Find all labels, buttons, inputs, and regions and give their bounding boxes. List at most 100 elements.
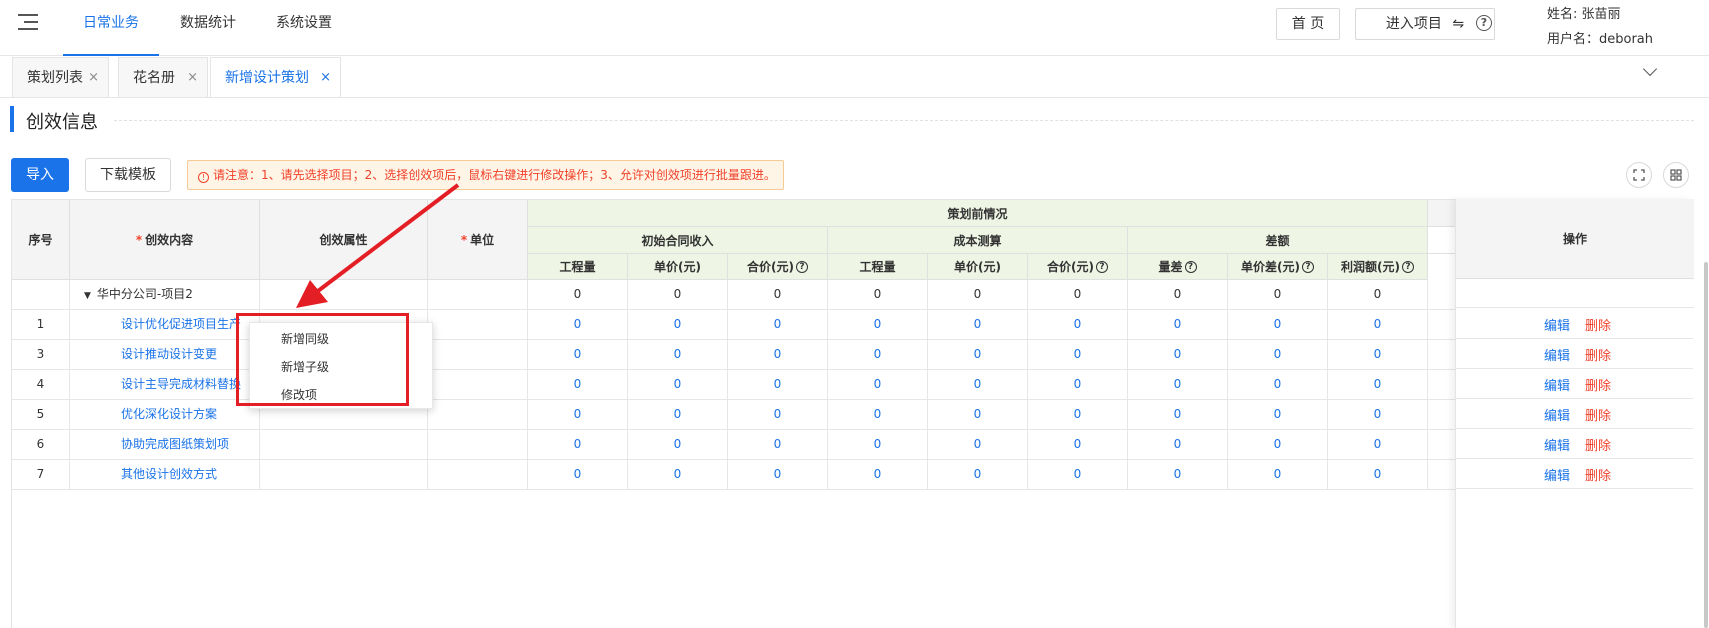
value-cell[interactable]: 0 bbox=[928, 340, 1028, 369]
value-cell[interactable]: 0 bbox=[728, 430, 828, 459]
value-cell[interactable]: 0 bbox=[928, 430, 1028, 459]
delete-link[interactable]: 删除 bbox=[1585, 345, 1611, 364]
value-cell[interactable]: 0 bbox=[1328, 400, 1428, 429]
edit-link[interactable]: 编辑 bbox=[1544, 405, 1570, 424]
delete-link[interactable]: 删除 bbox=[1585, 375, 1611, 394]
value-cell[interactable]: 0 bbox=[1228, 430, 1328, 459]
delete-link[interactable]: 删除 bbox=[1585, 435, 1611, 454]
table-row[interactable]: 1 设计优化促进项目生产 0 0 0 0 0 0 0 0 0 bbox=[12, 310, 1467, 340]
value-cell[interactable]: 0 bbox=[1028, 310, 1128, 339]
table-row-parent[interactable]: ▼ 华中分公司-项目2 0 0 0 0 0 0 0 0 0 bbox=[12, 280, 1467, 310]
value-cell[interactable]: 0 bbox=[828, 370, 928, 399]
help-icon[interactable]: ? bbox=[1401, 260, 1414, 273]
caret-down-icon[interactable]: ▼ bbox=[84, 291, 91, 301]
content-cell[interactable]: 设计优化促进项目生产 bbox=[70, 310, 260, 339]
value-cell[interactable]: 0 bbox=[628, 430, 728, 459]
value-cell[interactable]: 0 bbox=[928, 370, 1028, 399]
content-label[interactable]: 设计优化促进项目生产 bbox=[121, 317, 241, 331]
value-cell[interactable]: 0 bbox=[1128, 460, 1228, 489]
tab-roster[interactable]: 花名册 × bbox=[118, 57, 208, 97]
unit-cell[interactable] bbox=[428, 370, 528, 399]
value-cell[interactable]: 0 bbox=[628, 370, 728, 399]
value-cell[interactable]: 0 bbox=[1228, 400, 1328, 429]
edit-link[interactable]: 编辑 bbox=[1544, 315, 1570, 334]
value-cell[interactable]: 0 bbox=[1328, 340, 1428, 369]
delete-link[interactable]: 删除 bbox=[1585, 315, 1611, 334]
delete-link[interactable]: 删除 bbox=[1585, 405, 1611, 424]
content-cell[interactable]: 其他设计创效方式 bbox=[70, 460, 260, 489]
content-cell[interactable]: 优化深化设计方案 bbox=[70, 400, 260, 429]
value-cell[interactable]: 0 bbox=[928, 310, 1028, 339]
help-icon[interactable]: ? bbox=[1476, 15, 1492, 31]
nav-daily-business[interactable]: 日常业务 bbox=[63, 0, 159, 56]
attr-cell[interactable] bbox=[260, 460, 428, 489]
menu-fold-icon[interactable] bbox=[18, 12, 40, 32]
value-cell[interactable]: 0 bbox=[1228, 310, 1328, 339]
download-template-button[interactable]: 下载模板 bbox=[85, 158, 171, 192]
content-label[interactable]: 协助完成图纸策划项 bbox=[121, 437, 229, 451]
value-cell[interactable]: 0 bbox=[728, 340, 828, 369]
value-cell[interactable]: 0 bbox=[1028, 400, 1128, 429]
value-cell[interactable]: 0 bbox=[628, 460, 728, 489]
content-label[interactable]: 其他设计创效方式 bbox=[121, 467, 217, 481]
value-cell[interactable]: 0 bbox=[1228, 340, 1328, 369]
value-cell[interactable]: 0 bbox=[628, 340, 728, 369]
help-icon[interactable]: ? bbox=[1095, 260, 1108, 273]
edit-link[interactable]: 编辑 bbox=[1544, 435, 1570, 454]
table-row[interactable]: 5 优化深化设计方案 0 0 0 0 0 0 0 0 0 bbox=[12, 400, 1467, 430]
tab-plan-list[interactable]: 策划列表 × bbox=[12, 57, 109, 97]
value-cell[interactable]: 0 bbox=[1028, 340, 1128, 369]
value-cell[interactable]: 0 bbox=[1328, 310, 1428, 339]
value-cell[interactable]: 0 bbox=[1128, 310, 1228, 339]
table-row[interactable]: 6 协助完成图纸策划项 0 0 0 0 0 0 0 0 0 bbox=[12, 430, 1467, 460]
value-cell[interactable]: 0 bbox=[728, 460, 828, 489]
content-cell[interactable]: 设计推动设计变更 bbox=[70, 340, 260, 369]
import-button[interactable]: 导入 bbox=[11, 158, 69, 192]
close-icon[interactable]: × bbox=[320, 58, 331, 98]
value-cell[interactable]: 0 bbox=[828, 400, 928, 429]
value-cell[interactable]: 0 bbox=[1128, 430, 1228, 459]
value-cell[interactable]: 0 bbox=[828, 460, 928, 489]
value-cell[interactable]: 0 bbox=[828, 340, 928, 369]
content-label[interactable]: 设计推动设计变更 bbox=[121, 347, 217, 361]
value-cell[interactable]: 0 bbox=[1028, 430, 1128, 459]
unit-cell[interactable] bbox=[428, 400, 528, 429]
close-icon[interactable]: × bbox=[88, 58, 99, 98]
edit-link[interactable]: 编辑 bbox=[1544, 465, 1570, 484]
edit-link[interactable]: 编辑 bbox=[1544, 375, 1570, 394]
value-cell[interactable]: 0 bbox=[828, 310, 928, 339]
content-label[interactable]: 优化深化设计方案 bbox=[121, 407, 217, 421]
delete-link[interactable]: 删除 bbox=[1585, 465, 1611, 484]
vertical-scrollbar[interactable] bbox=[1704, 262, 1708, 628]
close-icon[interactable]: × bbox=[187, 58, 198, 98]
value-cell[interactable]: 0 bbox=[628, 400, 728, 429]
unit-cell[interactable] bbox=[428, 340, 528, 369]
value-cell[interactable]: 0 bbox=[1228, 370, 1328, 399]
help-icon[interactable]: ? bbox=[795, 260, 808, 273]
table-row[interactable]: 7 其他设计创效方式 0 0 0 0 0 0 0 0 0 bbox=[12, 460, 1467, 490]
value-cell[interactable]: 0 bbox=[1228, 460, 1328, 489]
value-cell[interactable]: 0 bbox=[928, 460, 1028, 489]
value-cell[interactable]: 0 bbox=[728, 310, 828, 339]
value-cell[interactable]: 0 bbox=[728, 370, 828, 399]
value-cell[interactable]: 0 bbox=[1028, 370, 1128, 399]
help-icon[interactable]: ? bbox=[1184, 260, 1197, 273]
value-cell[interactable]: 0 bbox=[528, 400, 628, 429]
home-button[interactable]: 首 页 bbox=[1276, 8, 1340, 40]
unit-cell[interactable] bbox=[428, 460, 528, 489]
content-cell[interactable]: 设计主导完成材料替换 bbox=[70, 370, 260, 399]
value-cell[interactable]: 0 bbox=[1128, 400, 1228, 429]
value-cell[interactable]: 0 bbox=[1328, 370, 1428, 399]
value-cell[interactable]: 0 bbox=[828, 430, 928, 459]
table-row[interactable]: 4 设计主导完成材料替换 0 0 0 0 0 0 0 0 0 bbox=[12, 370, 1467, 400]
value-cell[interactable]: 0 bbox=[628, 310, 728, 339]
value-cell[interactable]: 0 bbox=[1128, 370, 1228, 399]
nav-settings[interactable]: 系统设置 bbox=[268, 0, 340, 56]
content-cell[interactable]: 协助完成图纸策划项 bbox=[70, 430, 260, 459]
value-cell[interactable]: 0 bbox=[528, 370, 628, 399]
enter-project-button[interactable]: 进入项目 ⇋ bbox=[1355, 8, 1495, 40]
value-cell[interactable]: 0 bbox=[528, 310, 628, 339]
help-icon[interactable]: ? bbox=[1301, 260, 1314, 273]
attr-cell[interactable] bbox=[260, 430, 428, 459]
value-cell[interactable]: 0 bbox=[528, 430, 628, 459]
